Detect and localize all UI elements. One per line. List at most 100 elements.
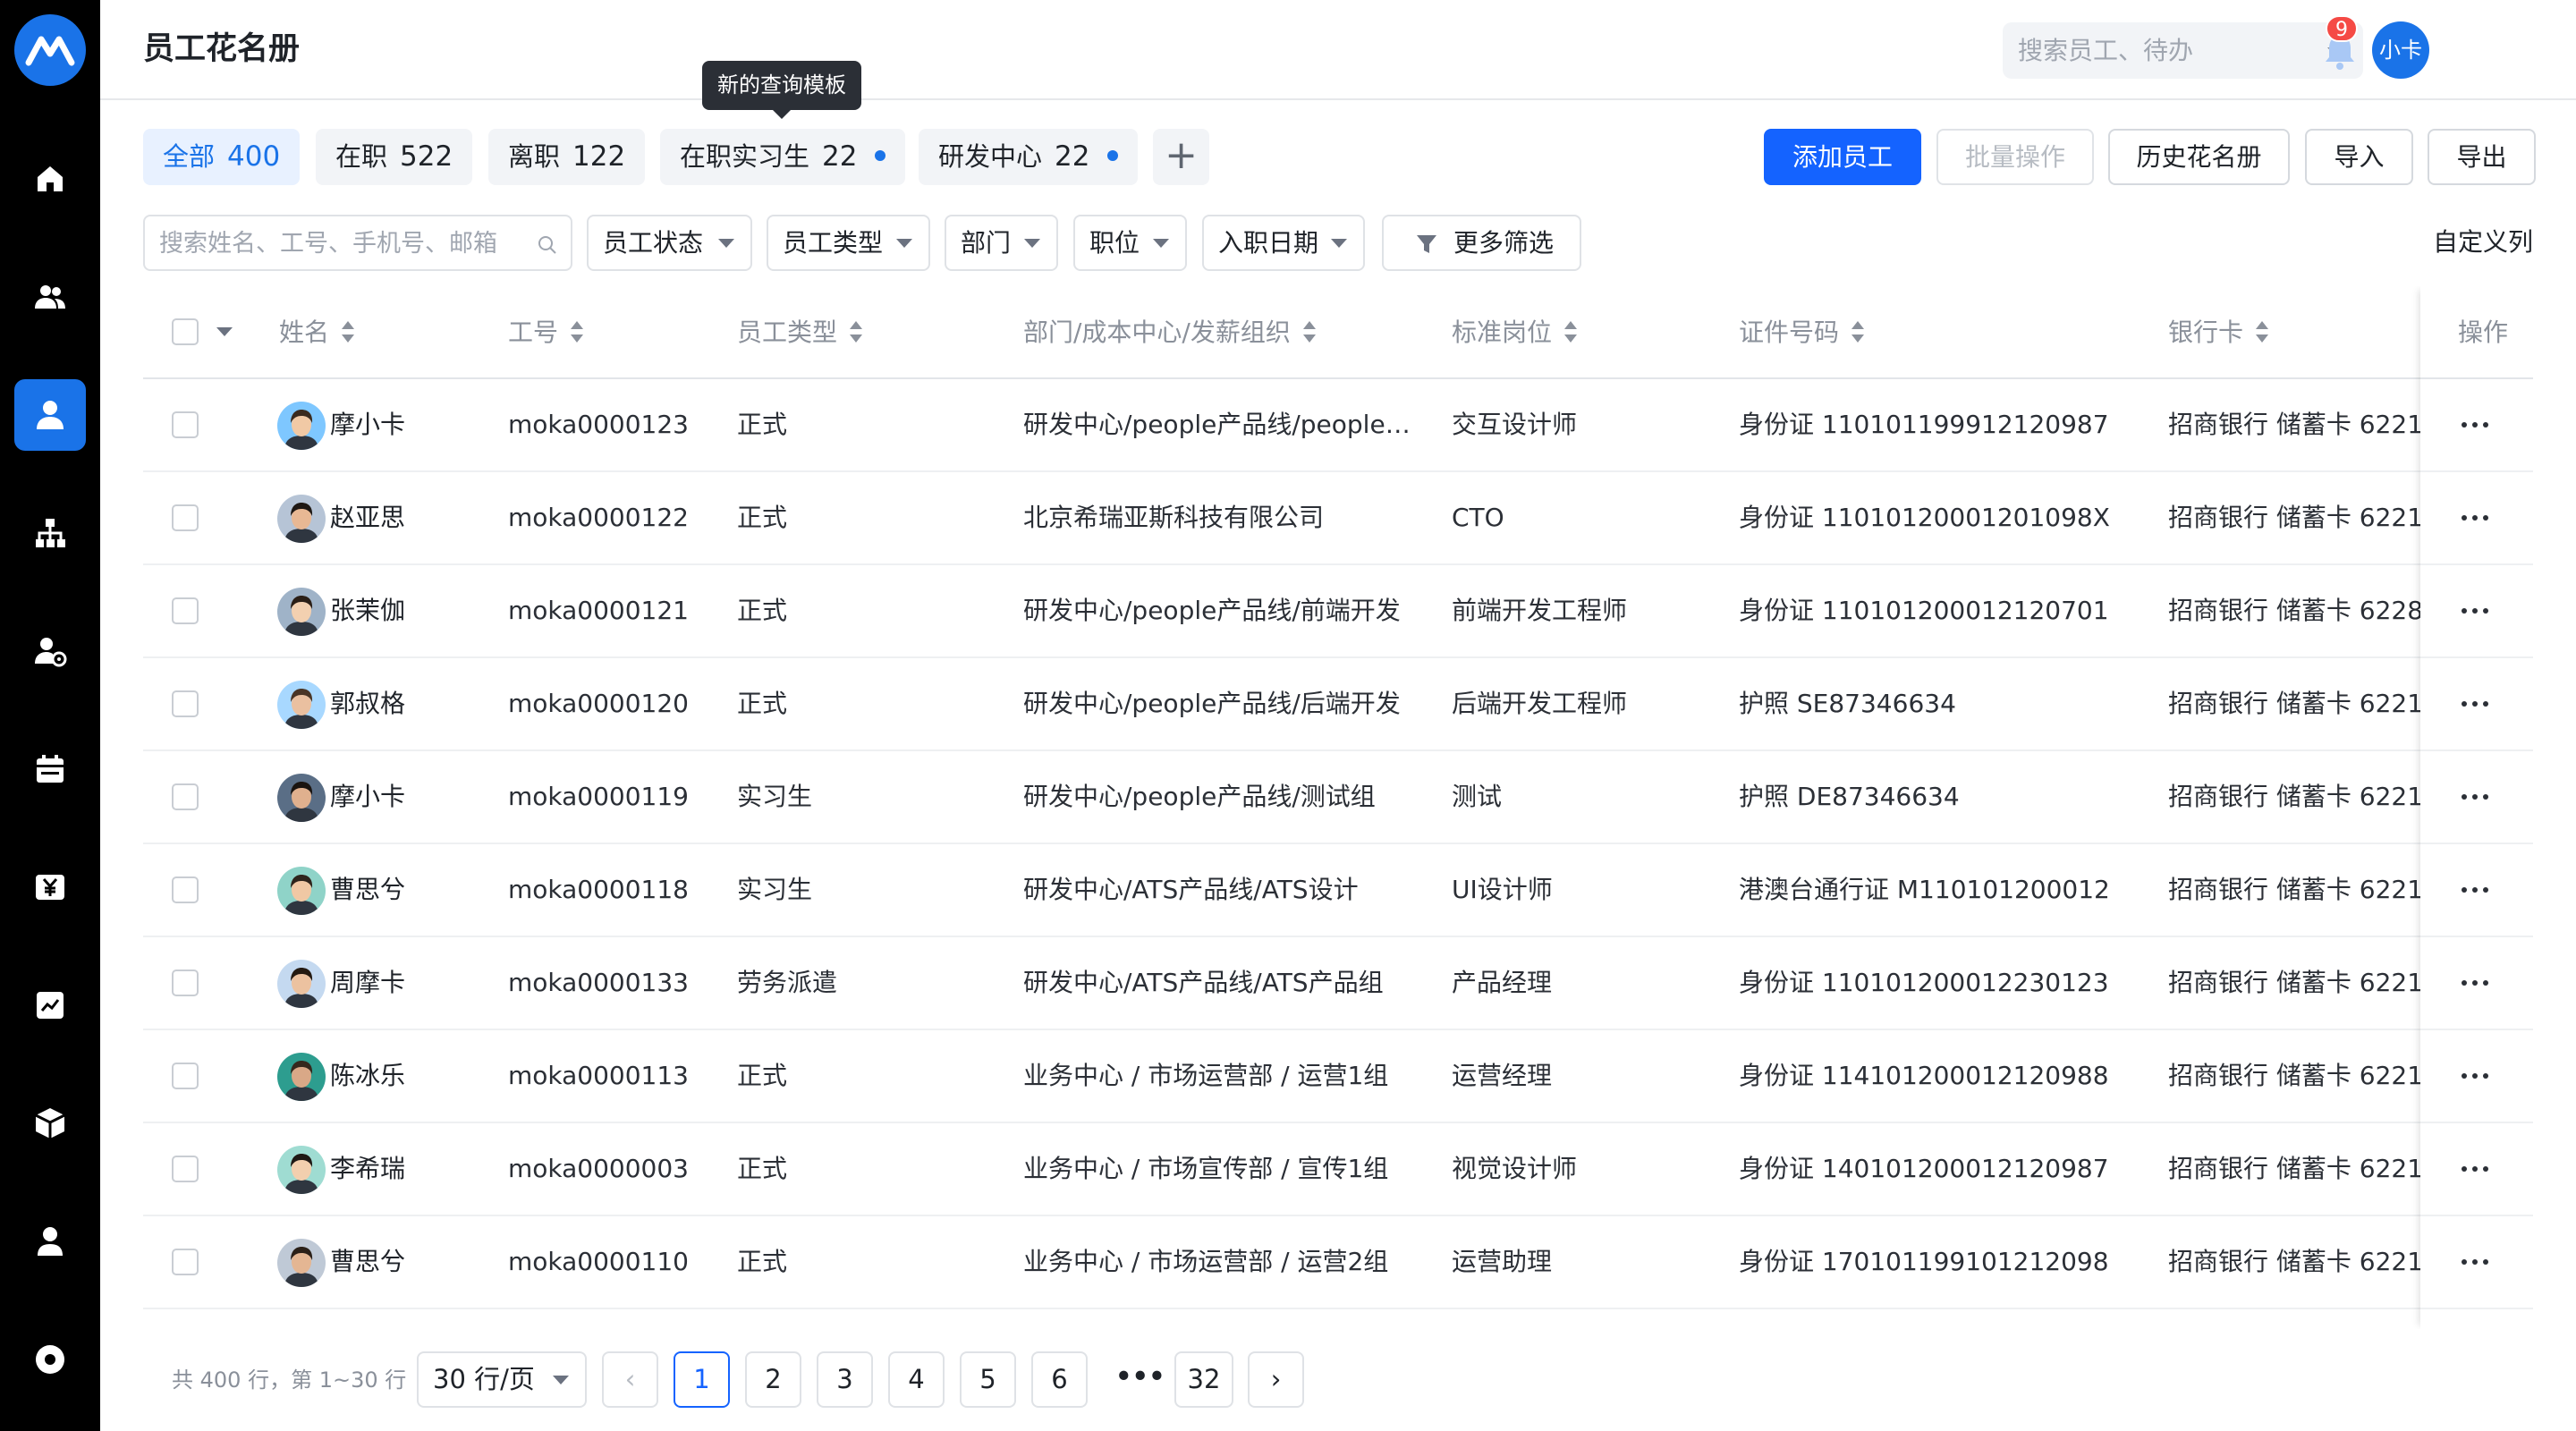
history-roster-button[interactable]: 历史花名册	[2108, 129, 2290, 185]
nav-report[interactable]	[14, 970, 86, 1041]
logo-icon[interactable]	[14, 14, 86, 86]
column-header-certificate[interactable]: 证件号码	[1739, 317, 1865, 349]
more-actions-icon[interactable]	[2462, 608, 2488, 614]
sort-icon[interactable]	[1302, 321, 1316, 343]
avatar[interactable]	[277, 960, 326, 1008]
table-row[interactable]: 摩小卡 moka0000123 正式 研发中心/people产品线/people设计交…	[143, 379, 2533, 472]
sort-icon[interactable]	[1564, 321, 1578, 343]
sort-icon[interactable]	[571, 321, 584, 343]
tab-interns[interactable]: 在职实习生 22	[660, 129, 906, 185]
join-date-filter[interactable]: 入职日期	[1202, 215, 1365, 271]
status-filter[interactable]: 员工状态	[587, 215, 752, 271]
row-checkbox[interactable]	[172, 504, 199, 531]
table-row[interactable]: 张茉伽 moka0000121 正式 研发中心/people产品线/前端开发 前端开发工…	[143, 565, 2533, 658]
sort-icon[interactable]	[1852, 321, 1865, 343]
table-row[interactable]: 李希瑞 moka0000003 正式 业务中心 / 市场宣传部 / 宣传1组 视觉设计师…	[143, 1123, 2533, 1216]
more-actions-icon[interactable]	[2462, 887, 2488, 893]
nav-home[interactable]	[14, 143, 86, 215]
add-employee-button[interactable]: 添加员工	[1764, 129, 1921, 185]
cell-name[interactable]: 曹思兮	[330, 844, 428, 936]
select-all-checkbox[interactable]	[172, 318, 199, 345]
table-row[interactable]: 陈冰乐 moka0000113 正式 业务中心 / 市场运营部 / 运营1组 运营经理 身…	[143, 1030, 2533, 1123]
pagination-ellipsis[interactable]: •••	[1115, 1351, 1165, 1408]
table-row[interactable]: 周摩卡 moka0000133 劳务派遣 研发中心/ATS产品线/ATS产品组 产品经理…	[143, 937, 2533, 1030]
prev-page-button[interactable]: ‹	[602, 1351, 658, 1408]
row-checkbox[interactable]	[172, 690, 199, 717]
row-checkbox[interactable]	[172, 1156, 199, 1182]
cell-name[interactable]: 陈冰乐	[330, 1030, 428, 1122]
more-actions-icon[interactable]	[2462, 1259, 2488, 1265]
import-button[interactable]: 导入	[2305, 129, 2413, 185]
nav-person-settings[interactable]	[14, 615, 86, 687]
page-button[interactable]: 6	[1031, 1351, 1088, 1408]
next-page-button[interactable]: ›	[1248, 1351, 1304, 1408]
page-button[interactable]: 1	[674, 1351, 730, 1408]
column-header-post[interactable]: 标准岗位	[1452, 317, 1578, 349]
more-actions-icon[interactable]	[2462, 515, 2488, 521]
tab-all[interactable]: 全部 400	[143, 129, 301, 185]
column-header-id[interactable]: 工号	[508, 317, 584, 349]
add-tab-button[interactable]: +	[1153, 129, 1209, 185]
global-search-input[interactable]: 搜索员工、待办	[2003, 22, 2363, 79]
table-row[interactable]: 赵亚思 moka0000122 正式 北京希瑞亚斯科技有限公司 CTO 身份证 11010…	[143, 472, 2533, 565]
column-header-name[interactable]: 姓名	[279, 317, 355, 349]
row-checkbox[interactable]	[172, 876, 199, 903]
row-checkbox[interactable]	[172, 411, 199, 438]
batch-actions-button[interactable]: 批量操作	[1936, 129, 2094, 185]
cell-name[interactable]: 摩小卡	[330, 751, 428, 843]
sort-icon[interactable]	[342, 321, 355, 343]
page-button[interactable]: 5	[960, 1351, 1016, 1408]
more-actions-icon[interactable]	[2462, 980, 2488, 986]
row-checkbox[interactable]	[172, 1249, 199, 1275]
avatar[interactable]	[277, 1239, 326, 1287]
cell-name[interactable]: 周摩卡	[330, 937, 428, 1029]
position-filter[interactable]: 职位	[1073, 215, 1187, 271]
row-checkbox[interactable]	[172, 597, 199, 624]
avatar[interactable]	[277, 402, 326, 450]
page-size-select[interactable]: 30 行/页	[417, 1351, 587, 1408]
cell-name[interactable]: 郭叔格	[330, 658, 428, 749]
nav-profile[interactable]	[14, 1206, 86, 1277]
cell-name[interactable]: 李希瑞	[330, 1123, 428, 1215]
nav-roster[interactable]	[14, 379, 86, 451]
tab-rd-center[interactable]: 研发中心 22	[919, 129, 1139, 185]
more-actions-icon[interactable]	[2462, 1166, 2488, 1172]
page-button-last[interactable]: 32	[1174, 1351, 1233, 1408]
table-row[interactable]: 曹思兮 moka0000118 实习生 研发中心/ATS产品线/ATS设计 UI设计师 港…	[143, 844, 2533, 937]
page-button[interactable]: 3	[817, 1351, 873, 1408]
avatar[interactable]	[277, 1146, 326, 1194]
more-actions-icon[interactable]	[2462, 422, 2488, 428]
avatar[interactable]	[277, 588, 326, 636]
column-header-type[interactable]: 员工类型	[737, 317, 863, 349]
nav-payroll[interactable]	[14, 851, 86, 923]
custom-columns-link[interactable]: 自定义列	[2433, 227, 2533, 258]
more-actions-icon[interactable]	[2462, 701, 2488, 707]
column-header-bank-card[interactable]: 银行卡	[2168, 317, 2269, 349]
more-actions-icon[interactable]	[2462, 1073, 2488, 1079]
more-actions-icon[interactable]	[2462, 794, 2488, 800]
department-filter[interactable]: 部门	[945, 215, 1058, 271]
nav-team[interactable]	[14, 261, 86, 333]
cell-name[interactable]: 曹思兮	[330, 1216, 428, 1308]
nav-calendar[interactable]	[14, 733, 86, 805]
user-avatar[interactable]: 小卡	[2372, 21, 2429, 79]
avatar[interactable]	[277, 867, 326, 915]
export-button[interactable]: 导出	[2428, 129, 2536, 185]
cell-name[interactable]: 摩小卡	[330, 379, 428, 470]
chevron-down-icon[interactable]	[216, 327, 233, 336]
type-filter[interactable]: 员工类型	[767, 215, 930, 271]
row-checkbox[interactable]	[172, 783, 199, 810]
tab-resigned[interactable]: 离职 122	[488, 129, 646, 185]
page-button[interactable]: 2	[745, 1351, 801, 1408]
avatar[interactable]	[277, 495, 326, 543]
nav-org[interactable]	[14, 497, 86, 569]
column-header-department[interactable]: 部门/成本中心/发薪组织	[1023, 317, 1316, 349]
avatar[interactable]	[277, 681, 326, 729]
row-checkbox[interactable]	[172, 970, 199, 996]
cell-name[interactable]: 赵亚思	[330, 472, 428, 563]
avatar[interactable]	[277, 774, 326, 822]
table-row[interactable]: 摩小卡 moka0000119 实习生 研发中心/people产品线/测试组 测试 护照 …	[143, 751, 2533, 844]
more-filters-button[interactable]: 更多筛选	[1382, 215, 1581, 271]
tab-active[interactable]: 在职 522	[316, 129, 473, 185]
row-checkbox[interactable]	[172, 1063, 199, 1089]
